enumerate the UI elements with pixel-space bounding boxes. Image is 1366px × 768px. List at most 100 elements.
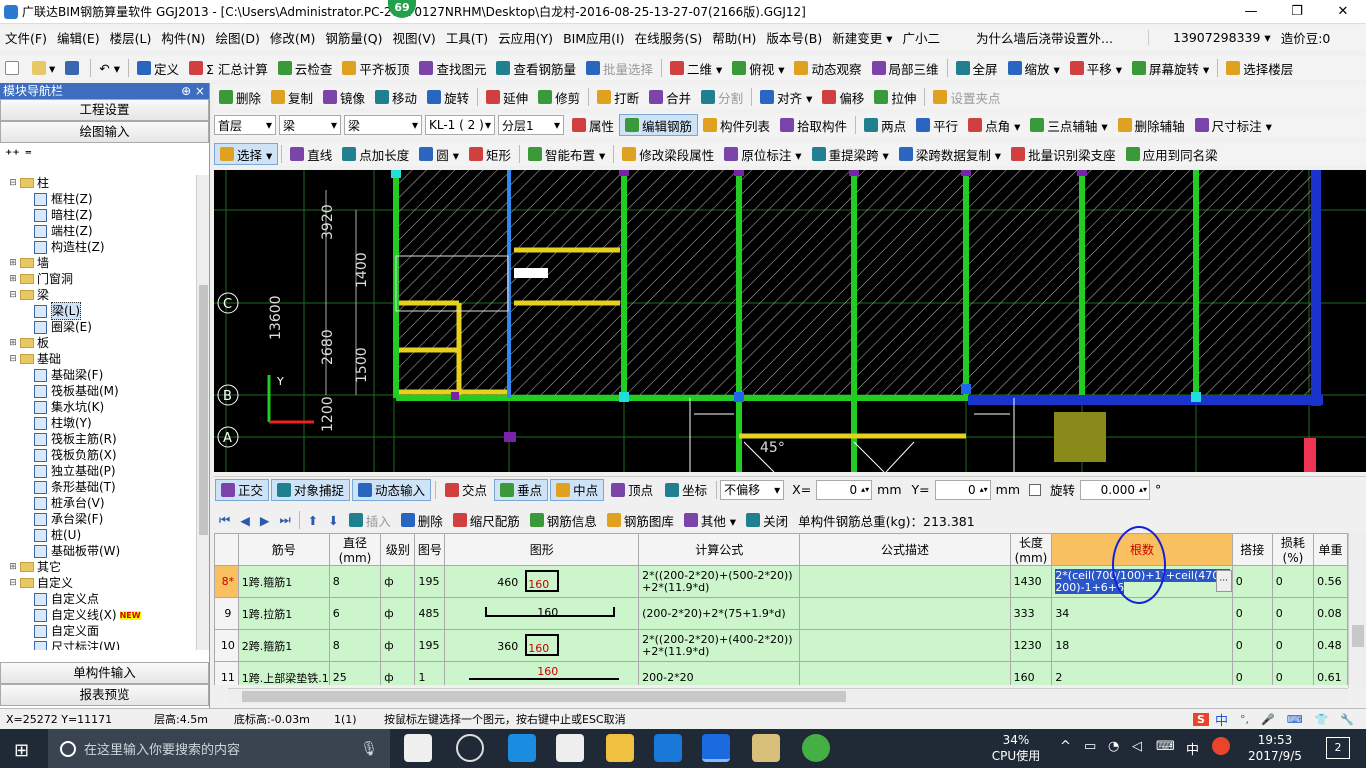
cell-name[interactable]: 1跨.拉筋1 — [237, 597, 330, 630]
menu-online[interactable]: 在线服务(S) — [630, 28, 708, 47]
x-input[interactable]: 0 ▴▾ — [816, 479, 873, 500]
menu-version[interactable]: 版本号(B) — [761, 28, 827, 47]
tree-item[interactable]: 桩(U) — [0, 527, 196, 543]
cell-fig[interactable]: 1 — [414, 661, 446, 685]
copy-button[interactable]: 复制 — [266, 86, 318, 108]
tree-item[interactable]: 圈梁(E) — [0, 319, 196, 335]
offset-button[interactable]: 偏移 — [817, 86, 869, 108]
other-select[interactable]: 其他 ▾ — [679, 509, 741, 531]
chrome-app-icon[interactable] — [456, 734, 484, 762]
cell-grade[interactable]: ф — [380, 661, 416, 685]
intersection-snap[interactable]: 交点 — [440, 479, 492, 501]
menu-view[interactable]: 视图(V) — [387, 28, 440, 47]
batch-identify-support-button[interactable]: 批量识别梁支座 — [1006, 143, 1121, 165]
cell-lap[interactable]: 0 — [1231, 565, 1273, 598]
column-header[interactable]: 直径(mm) — [328, 533, 382, 566]
cell-loss[interactable]: 0 — [1271, 597, 1315, 630]
apply-same-name-button[interactable]: 应用到同名梁 — [1121, 143, 1223, 165]
cell-count[interactable]: 2 — [1051, 661, 1233, 685]
properties-button[interactable]: 属性 — [567, 114, 619, 136]
column-header[interactable]: 图号 — [414, 533, 446, 566]
tree-folder[interactable]: ⊟ 自定义 — [0, 575, 196, 591]
ortho-toggle[interactable]: 正交 — [215, 478, 270, 501]
trim-button[interactable]: 修剪 — [533, 86, 585, 108]
green-app-icon[interactable] — [802, 734, 830, 762]
ime-mic-icon[interactable]: 🎤 — [1255, 713, 1281, 726]
new-file-icon[interactable] — [0, 57, 27, 79]
dimension-select[interactable]: 尺寸标注 ▾ — [1190, 114, 1277, 136]
tree-item[interactable]: 集水坑(K) — [0, 399, 196, 415]
cell-fig[interactable]: 195 — [414, 629, 446, 662]
view-rebar-qty-button[interactable]: 查看钢筋量 — [491, 57, 581, 79]
set-grip-button[interactable]: 设置夹点 — [928, 86, 1005, 108]
local-3d-button[interactable]: 局部三维 — [867, 57, 944, 79]
tree-item[interactable]: 暗柱(Z) — [0, 207, 196, 223]
define-button[interactable]: 定义 — [132, 57, 184, 79]
orbit-button[interactable]: 动态观察 — [789, 57, 866, 79]
table-row[interactable]: 8* 1跨.箍筋1 8 ф 195 460 160 2*((200-2*20)+(500-2*… — [214, 565, 1348, 598]
drawing-canvas[interactable]: 3920 1400 13600 2680 1500 1200 45° C B A… — [214, 170, 1366, 472]
cell-dia[interactable]: 8 — [328, 565, 382, 598]
sogou-ime-icon[interactable]: S — [1193, 712, 1209, 726]
rotate-checkbox[interactable] — [1029, 483, 1041, 496]
tree-folder[interactable]: ⊞ 其它 — [0, 559, 196, 575]
column-header[interactable]: 图形 — [444, 533, 640, 566]
cad-drawing[interactable]: 3920 1400 13600 2680 1500 1200 45° C B A… — [214, 170, 1366, 472]
select-tool[interactable]: 选择 ▾ — [214, 143, 279, 165]
tree-scrollbar[interactable] — [196, 175, 209, 650]
cell-no[interactable]: 8* — [214, 565, 239, 598]
line-tool[interactable]: 直线 — [285, 143, 337, 165]
tree-item[interactable]: 柱墩(Y) — [0, 415, 196, 431]
cell-len[interactable]: 1230 — [1009, 629, 1053, 662]
cell-dia[interactable]: 25 — [328, 661, 382, 685]
cell-fig[interactable]: 485 — [414, 597, 446, 630]
three-point-axis-select[interactable]: 三点辅轴 ▾ — [1025, 114, 1112, 136]
tree-item[interactable]: 自定义面 — [0, 623, 196, 639]
sum-calc-button[interactable]: Σ 汇总计算 — [184, 57, 273, 79]
save-icon[interactable] — [60, 57, 87, 79]
grid-hscroll[interactable] — [228, 688, 1348, 704]
project-settings-button[interactable]: 工程设置 — [0, 99, 209, 121]
cell-desc[interactable] — [799, 597, 1011, 630]
cell-name[interactable]: 1跨.箍筋1 — [237, 565, 330, 598]
in-situ-annotation-select[interactable]: 原位标注 ▾ — [719, 143, 806, 165]
column-header[interactable]: 长度(mm) — [1009, 533, 1053, 566]
pin-close-icon[interactable]: ⊕ × — [181, 83, 205, 99]
menu-cloud[interactable]: 云应用(Y) — [493, 28, 558, 47]
cell-desc[interactable] — [799, 565, 1011, 598]
offset-select[interactable]: 不偏移 ▾ — [720, 479, 785, 500]
volume-icon[interactable]: ◁ — [1132, 739, 1142, 754]
two-points-button[interactable]: 两点 — [859, 114, 911, 136]
grid-vscroll[interactable] — [1348, 533, 1366, 688]
break-button[interactable]: 打断 — [592, 86, 644, 108]
edge-app-icon[interactable] — [508, 734, 536, 762]
cell-grade[interactable]: ф — [380, 629, 416, 662]
ime-lang[interactable]: 中 — [1209, 710, 1234, 729]
cell-name[interactable]: 2跨.箍筋1 — [237, 629, 330, 662]
rotate-button[interactable]: 旋转 — [422, 86, 474, 108]
smart-layout-select[interactable]: 智能布置 ▾ — [523, 143, 610, 165]
angle-input[interactable]: 0.000 ▴▾ — [1080, 479, 1151, 500]
cell-unit[interactable]: 0.08 — [1313, 597, 1348, 630]
tree-item[interactable]: 自定义线(X) NEW — [0, 607, 196, 623]
expand-toggle-icon[interactable]: ⊞ — [8, 255, 18, 271]
draw-input-button[interactable]: 绘图输入 — [0, 121, 209, 143]
task-view-icon[interactable] — [404, 734, 432, 762]
tree-folder[interactable]: ⊟ 梁 — [0, 287, 196, 303]
undo-icon[interactable]: ↶ ▾ — [94, 57, 125, 79]
cpu-meter[interactable]: 34% CPU使用 — [990, 732, 1042, 764]
tree-item[interactable]: 基础梁(F) — [0, 367, 196, 383]
tree-folder[interactable]: ⊞ 门窗洞 — [0, 271, 196, 287]
find-element-button[interactable]: 查找图元 — [414, 57, 491, 79]
cell-loss[interactable]: 0 — [1271, 565, 1315, 598]
cell-shape[interactable]: 360 160 — [444, 629, 640, 662]
vertex-snap[interactable]: 顶点 — [606, 479, 658, 501]
menu-bim[interactable]: BIM应用(I) — [558, 28, 630, 47]
user-account-button[interactable]: 13907298339 ▾ — [1147, 30, 1276, 45]
re-extract-span-select[interactable]: 重提梁跨 ▾ — [807, 143, 894, 165]
report-preview-button[interactable]: 报表预览 — [0, 684, 209, 706]
column-header[interactable]: 级别 — [380, 533, 416, 566]
guangxiaoer-button[interactable]: 广小二 — [898, 28, 946, 47]
formula-editor-button[interactable]: ··· — [1215, 570, 1232, 592]
tree-folder[interactable]: ⊟ 柱 — [0, 175, 196, 191]
